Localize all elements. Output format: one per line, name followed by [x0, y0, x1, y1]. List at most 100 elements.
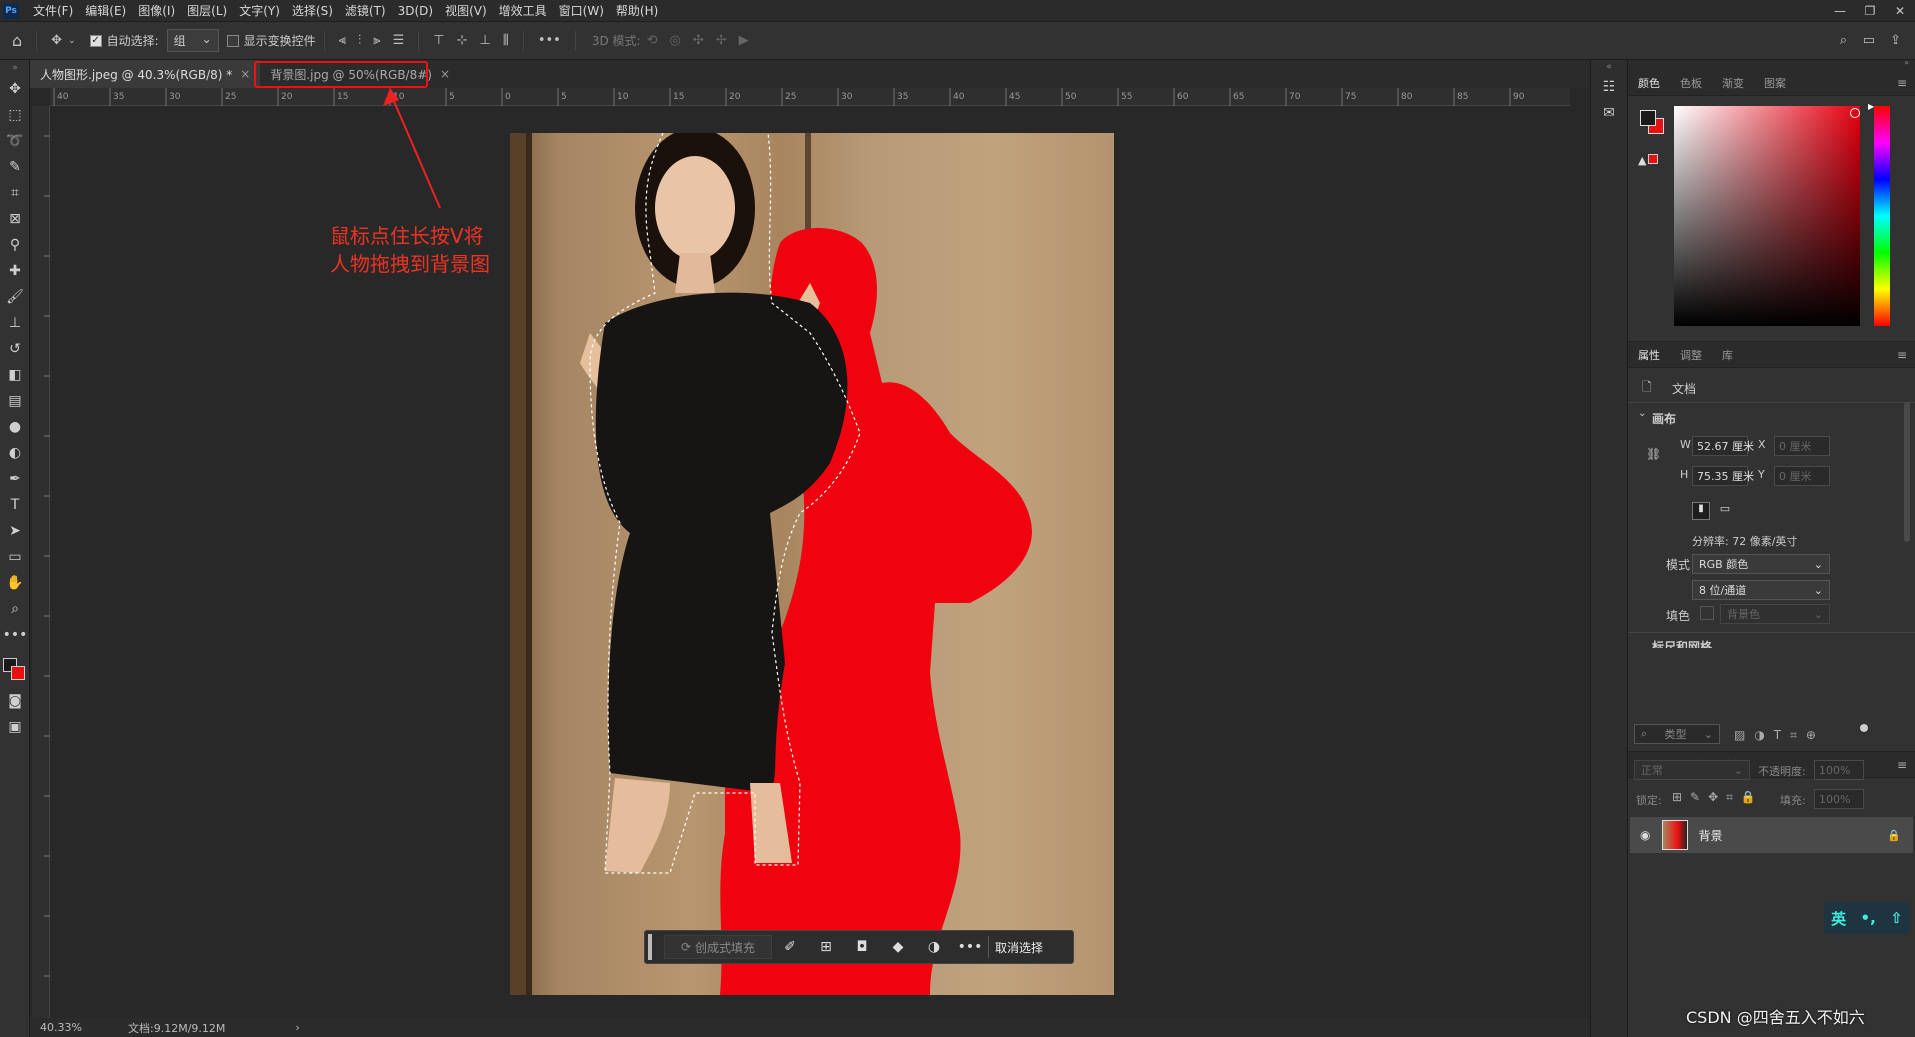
- deselect-button[interactable]: 取消选择: [995, 939, 1043, 956]
- menu-edit[interactable]: 编辑(E): [79, 2, 132, 19]
- restore-icon[interactable]: ❐: [1855, 0, 1885, 22]
- menu-select[interactable]: 选择(S): [286, 2, 339, 19]
- move-tool-icon[interactable]: ✥: [51, 33, 62, 48]
- close-icon[interactable]: ×: [440, 67, 450, 81]
- pen-tool-icon[interactable]: ✒: [0, 466, 30, 492]
- y-field[interactable]: 0 厘米: [1774, 466, 1830, 486]
- close-icon[interactable]: ×: [240, 67, 250, 81]
- lock-icons[interactable]: ⊞✎✥⌗🔒: [1672, 790, 1764, 805]
- align-right-icon[interactable]: ⫸: [373, 33, 380, 48]
- tab-libraries[interactable]: 库: [1712, 347, 1743, 363]
- show-transform-checkbox[interactable]: 显示变换控件: [226, 32, 316, 49]
- eraser-tool-icon[interactable]: ◧: [0, 362, 30, 388]
- type-tool-icon[interactable]: T: [0, 492, 30, 518]
- hue-slider[interactable]: [1874, 106, 1890, 326]
- 3d-slide-icon[interactable]: ✢: [716, 33, 727, 48]
- align-center-h-icon[interactable]: ⫶: [358, 33, 361, 48]
- fill-select[interactable]: 背景色 ⌄: [1720, 604, 1830, 624]
- more-options-icon[interactable]: •••: [538, 33, 561, 48]
- opacity-field[interactable]: 100%: [1814, 760, 1864, 780]
- eyedropper-tool-icon[interactable]: ⚲: [0, 232, 30, 258]
- blur-tool-icon[interactable]: ●: [0, 414, 30, 440]
- bit-depth-select[interactable]: 8 位/通道 ⌄: [1692, 580, 1830, 600]
- zoom-level[interactable]: 40.33%: [40, 1021, 120, 1034]
- rulers-grids-section-title[interactable]: 标尺和网格: [1652, 638, 1712, 648]
- fill-opacity-field[interactable]: 100%: [1814, 789, 1864, 809]
- layer-name[interactable]: 背景: [1698, 827, 1722, 844]
- adjustment-layer-icon[interactable]: ◑: [916, 930, 952, 964]
- zoom-tool-icon[interactable]: ⌕: [0, 596, 30, 622]
- distribute-icon[interactable]: ☰: [393, 33, 405, 48]
- color-picker-handle[interactable]: [1850, 108, 1860, 118]
- search-icon[interactable]: ⌕: [1840, 33, 1847, 48]
- quick-select-tool-icon[interactable]: ✎: [0, 154, 30, 180]
- screen-mode-icon[interactable]: ▣: [0, 714, 30, 740]
- 3d-orbit-icon[interactable]: ⟲: [647, 33, 658, 48]
- tab-properties[interactable]: 属性: [1628, 347, 1670, 363]
- status-menu-arrow[interactable]: ›: [295, 1021, 299, 1034]
- quick-mask-icon[interactable]: ◙: [0, 688, 30, 714]
- tab-gradients[interactable]: 渐变: [1712, 75, 1754, 91]
- color-field[interactable]: [1674, 106, 1860, 326]
- menu-layer[interactable]: 图层(L): [181, 2, 233, 19]
- tab-color[interactable]: 颜色: [1628, 75, 1670, 91]
- frame-tool-icon[interactable]: ⊠: [0, 206, 30, 232]
- 3d-roll-icon[interactable]: ◎: [669, 33, 680, 48]
- menu-view[interactable]: 视图(V): [439, 2, 493, 19]
- lasso-tool-icon[interactable]: ➰: [0, 128, 30, 154]
- menu-help[interactable]: 帮助(H): [610, 2, 664, 19]
- link-icon[interactable]: ⛓: [1646, 447, 1661, 461]
- clone-stamp-icon[interactable]: ⊥: [0, 310, 30, 336]
- blend-mode-select[interactable]: 正常 ⌄: [1634, 760, 1750, 780]
- crop-tool-icon[interactable]: ⌗: [0, 180, 30, 206]
- invert-selection-icon[interactable]: ⊞: [808, 930, 844, 964]
- modify-selection-icon[interactable]: ✐: [772, 930, 808, 964]
- chevron-down-icon[interactable]: ⌄: [68, 36, 76, 46]
- fill-swatch[interactable]: [1700, 606, 1714, 620]
- collapse-icon[interactable]: »: [0, 60, 30, 76]
- background-color-swatch[interactable]: [11, 666, 25, 680]
- auto-select-dropdown[interactable]: 组 ⌄: [166, 29, 219, 52]
- rectangle-tool-icon[interactable]: ▭: [0, 544, 30, 570]
- collapse-icon[interactable]: «: [1591, 60, 1627, 74]
- path-select-icon[interactable]: ➤: [0, 518, 30, 544]
- hand-tool-icon[interactable]: ✋: [0, 570, 30, 596]
- collapse-icon[interactable]: »: [1904, 58, 1909, 67]
- x-field[interactable]: 0 厘米: [1774, 436, 1830, 456]
- panel-menu-icon[interactable]: ≡: [1897, 76, 1907, 90]
- healing-brush-icon[interactable]: ✚: [0, 258, 30, 284]
- foreground-color-swatch[interactable]: [1640, 110, 1656, 126]
- align-left-icon[interactable]: ⫷: [339, 33, 346, 48]
- edit-toolbar-icon[interactable]: •••: [0, 622, 30, 648]
- menu-image[interactable]: 图像(I): [132, 2, 181, 19]
- layer-filter-select[interactable]: ⌕ 类型 ⌄: [1634, 724, 1720, 744]
- dodge-tool-icon[interactable]: ◐: [0, 440, 30, 466]
- tab-background-image[interactable]: 背景图.jpg @ 50%(RGB/8#) ×: [260, 60, 461, 88]
- menu-filter[interactable]: 滤镜(T): [339, 2, 392, 19]
- lock-icon[interactable]: 🔒: [1887, 829, 1901, 842]
- minimize-icon[interactable]: —: [1825, 0, 1855, 22]
- tab-swatches[interactable]: 色板: [1670, 75, 1712, 91]
- height-field[interactable]: 75.35 厘米: [1692, 466, 1754, 486]
- generative-fill-button[interactable]: ⟳ 创成式填充: [664, 935, 772, 959]
- align-top-icon[interactable]: ⊤: [433, 33, 444, 48]
- close-window-icon[interactable]: ✕: [1885, 0, 1915, 22]
- 3d-pan-icon[interactable]: ✣: [693, 33, 704, 48]
- color-mode-select[interactable]: RGB 颜色 ⌄: [1692, 554, 1830, 574]
- menu-plugins[interactable]: 增效工具: [493, 2, 553, 19]
- home-icon[interactable]: ⌂: [12, 31, 22, 50]
- color-swatches[interactable]: [0, 648, 29, 688]
- chevron-down-icon[interactable]: ⌄: [1638, 408, 1646, 419]
- workspace-icon[interactable]: ▭: [1863, 33, 1875, 48]
- 3d-camera-icon[interactable]: ▶: [739, 33, 749, 48]
- scrollbar[interactable]: [1904, 402, 1910, 542]
- eye-icon[interactable]: ◉: [1640, 828, 1650, 842]
- panel-menu-icon[interactable]: ≡: [1897, 348, 1907, 362]
- menu-window[interactable]: 窗口(W): [553, 2, 610, 19]
- align-bottom-icon[interactable]: ⊥: [480, 33, 491, 48]
- hue-slider-handle[interactable]: ▶: [1868, 102, 1874, 111]
- gradient-tool-icon[interactable]: ▤: [0, 388, 30, 414]
- move-tool-icon[interactable]: ✥: [0, 76, 30, 102]
- menu-file[interactable]: 文件(F): [27, 2, 79, 19]
- panel-menu-icon[interactable]: ≡: [1897, 758, 1907, 772]
